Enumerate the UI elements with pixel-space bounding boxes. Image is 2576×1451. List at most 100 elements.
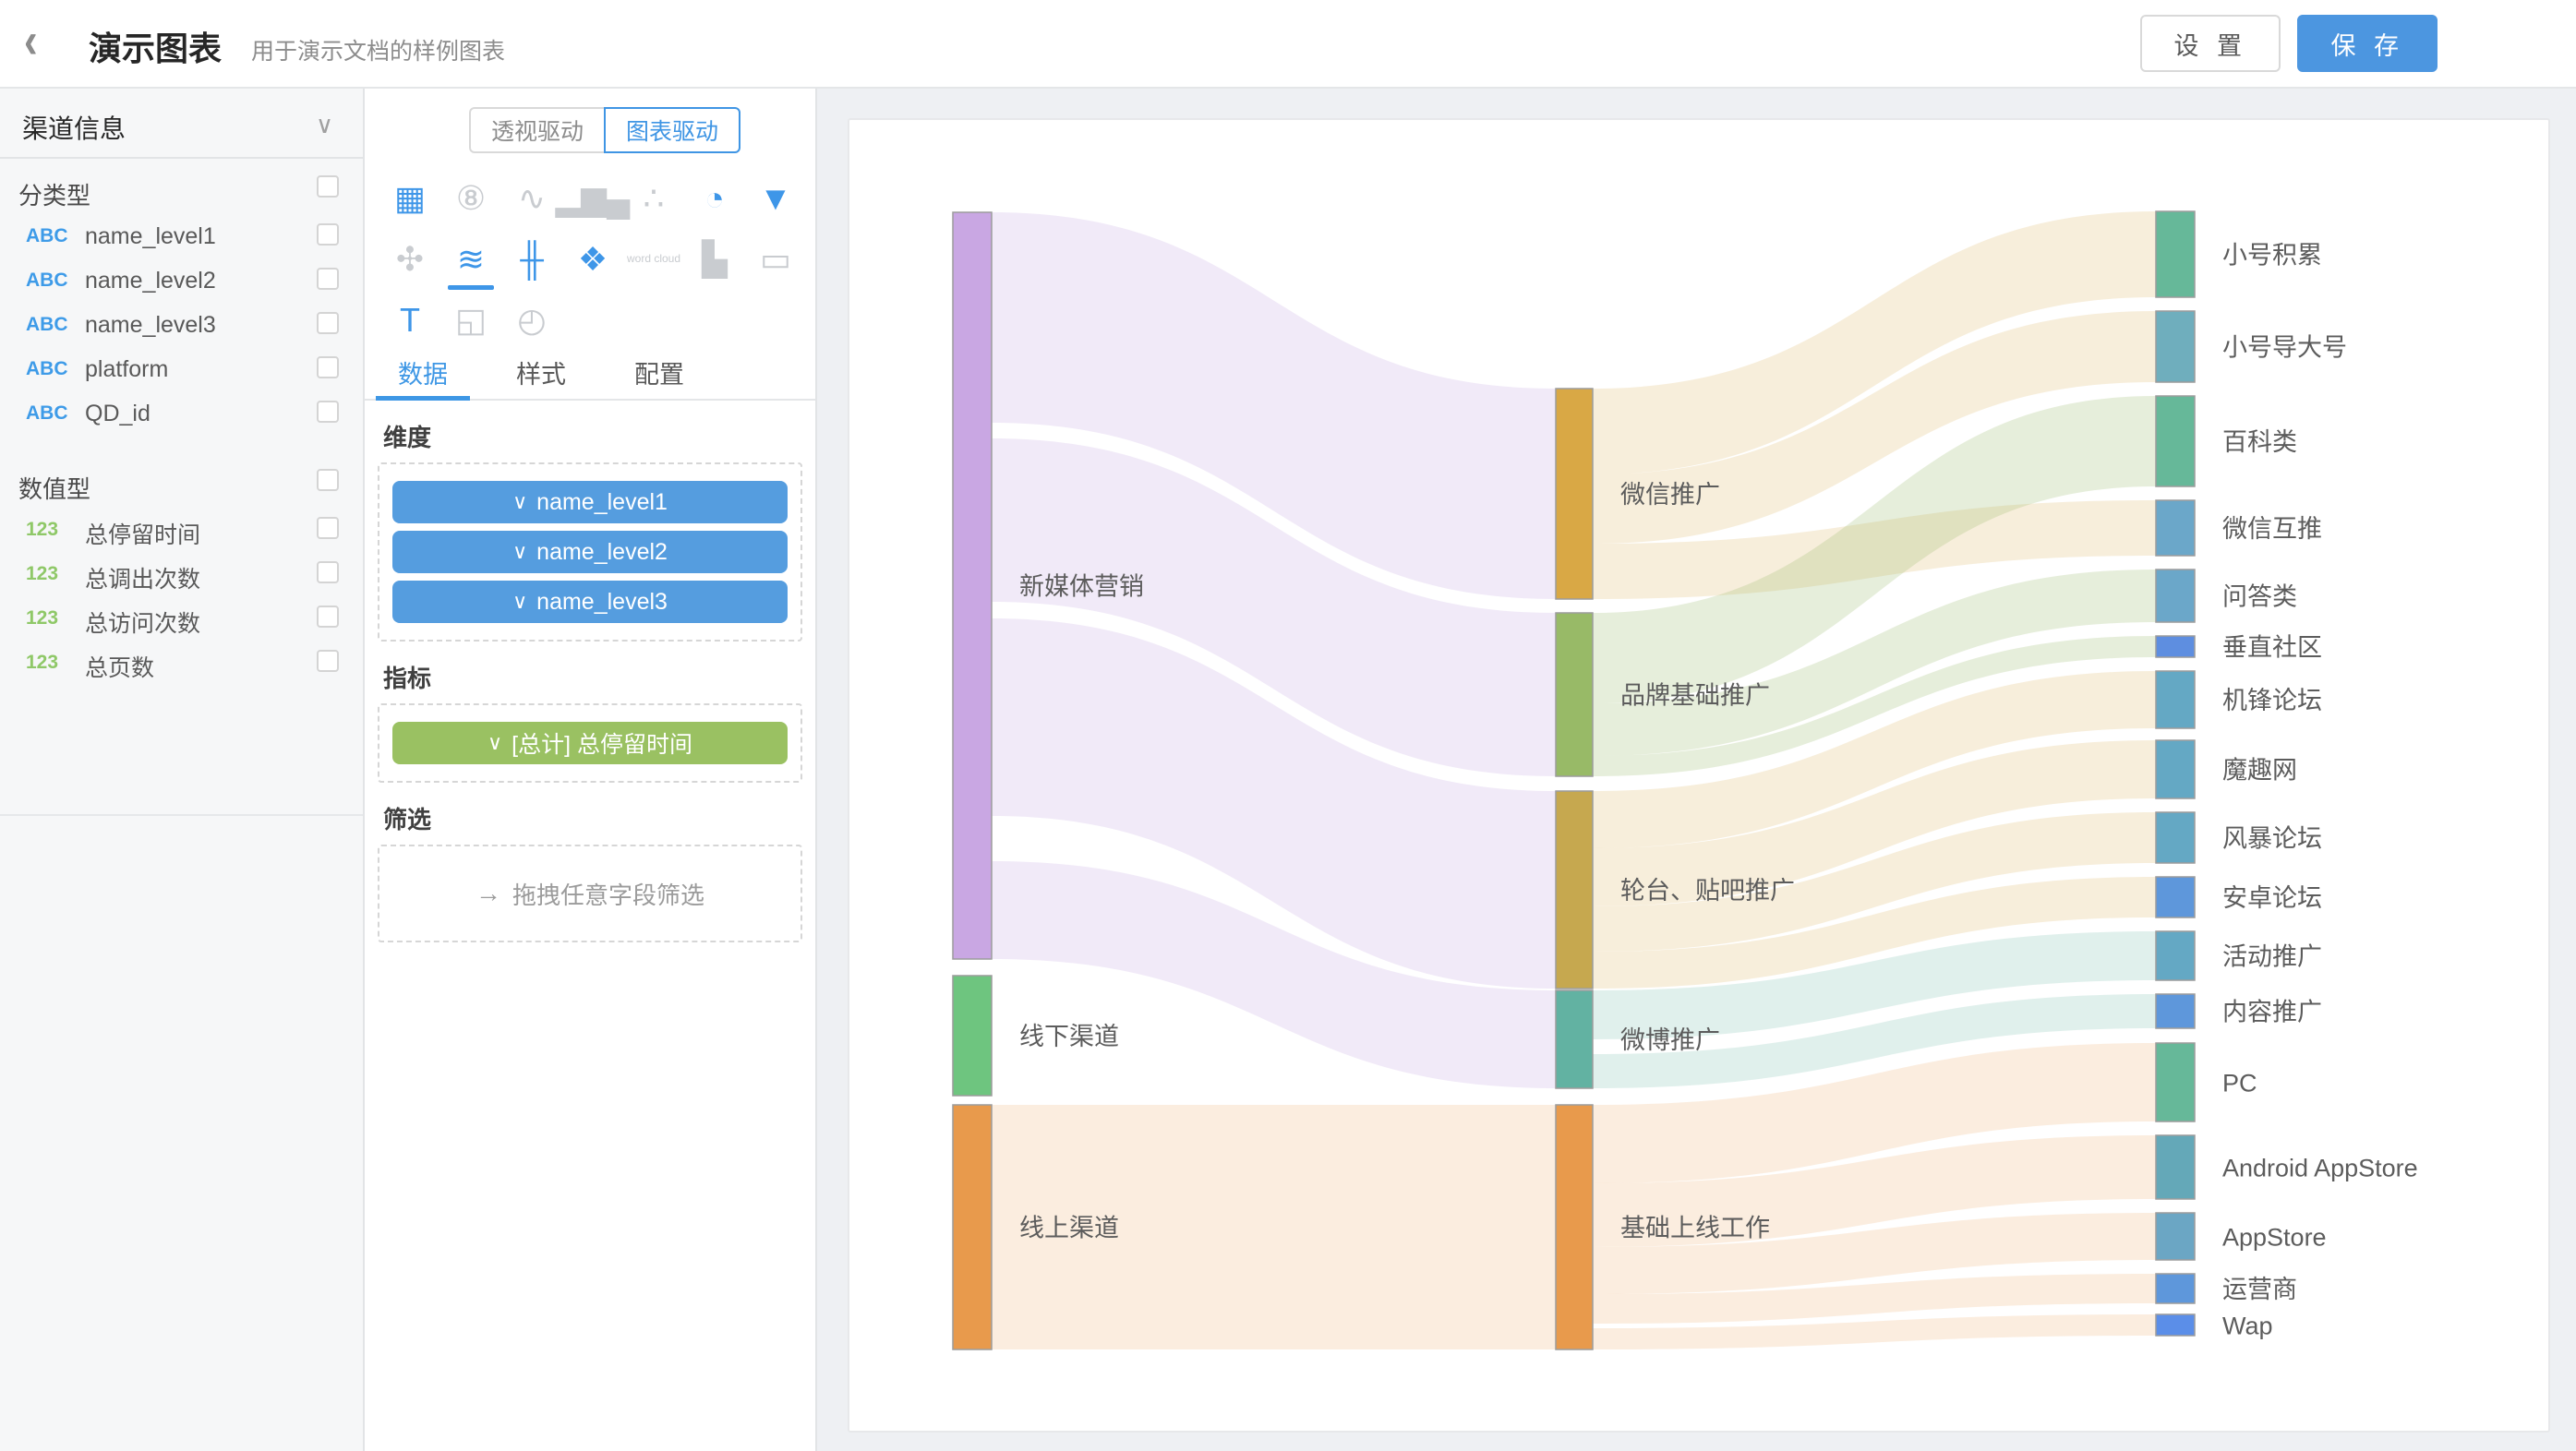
sankey-node-label: PC — [2222, 1070, 2257, 1097]
dataset-selector[interactable]: 渠道信息 ∨ — [0, 89, 363, 159]
sankey-node-label: 品牌基础推广 — [1620, 682, 1770, 710]
sankey-diagram[interactable]: 新媒体营销线下渠道线上渠道微信推广品牌基础推广轮台、贴吧推广微博推广基础上线工作… — [849, 120, 2548, 1431]
tab-配置[interactable]: 配置 — [629, 343, 690, 399]
field-item[interactable]: ABC name_level3 — [0, 303, 363, 347]
sankey-node[interactable] — [2156, 570, 2195, 622]
line-chart-icon[interactable]: ∿ — [501, 168, 562, 229]
field-name: 总页数 — [85, 650, 154, 683]
chevron-down-icon[interactable]: ∨ — [316, 111, 333, 139]
chevron-down-icon[interactable]: ∨ — [512, 490, 527, 514]
sankey-node[interactable] — [2156, 1274, 2195, 1303]
sankey-node[interactable] — [2156, 211, 2195, 297]
sankey-node[interactable] — [1556, 990, 1593, 1088]
funnel-chart-icon[interactable]: ▼ — [745, 168, 806, 229]
scatter-chart-icon[interactable]: ∴ — [623, 168, 684, 229]
metric-chip[interactable]: ∨[总计] 总停留时间 — [392, 722, 788, 764]
sankey-node[interactable] — [953, 976, 992, 1096]
section-checkbox[interactable] — [317, 175, 339, 198]
field-item[interactable]: 123 总停留时间 — [0, 508, 363, 552]
save-button[interactable]: 保 存 — [2297, 15, 2438, 72]
sankey-node[interactable] — [2156, 994, 2195, 1028]
sankey-chart-icon[interactable]: ≋ — [440, 229, 501, 290]
sankey-node[interactable] — [953, 1105, 992, 1349]
field-checkbox[interactable] — [317, 223, 339, 246]
number-type-icon: 123 — [26, 652, 58, 674]
chevron-down-icon[interactable]: ∨ — [512, 540, 527, 564]
sankey-node[interactable] — [2156, 500, 2195, 556]
field-checkbox[interactable] — [317, 268, 339, 290]
sankey-node-label: 微信互推 — [2222, 515, 2322, 543]
field-checkbox[interactable] — [317, 561, 339, 583]
sankey-node[interactable] — [1556, 389, 1593, 599]
gauge-chart-icon: ◴ — [517, 304, 546, 337]
sankey-node[interactable] — [2156, 1213, 2195, 1260]
field-item[interactable]: 123 总访问次数 — [0, 596, 363, 641]
field-checkbox[interactable] — [317, 356, 339, 378]
text-chart-icon[interactable]: T — [379, 290, 440, 351]
field-checkbox[interactable] — [317, 606, 339, 628]
mode-toggle-active[interactable]: 图表驱动 — [604, 107, 740, 153]
dimension-chip[interactable]: ∨name_level1 — [392, 481, 788, 523]
field-checkbox[interactable] — [317, 517, 339, 539]
gauge-chart-icon[interactable]: ◴ — [501, 290, 562, 351]
parallel-chart-icon[interactable]: ╫ — [501, 229, 562, 290]
tab-数据[interactable]: 数据 — [392, 343, 453, 399]
app-header: ‹ 演示图表 用于演示文档的样例图表 设 置 保 存 — [0, 0, 2576, 89]
field-item[interactable]: 123 总调出次数 — [0, 552, 363, 596]
sankey-node[interactable] — [2156, 671, 2195, 728]
card-view-icon[interactable]: ▭ — [745, 229, 806, 290]
sankey-node[interactable] — [2156, 1314, 2195, 1336]
field-item[interactable]: ABC QD_id — [0, 391, 363, 436]
chevron-down-icon[interactable]: ∨ — [512, 590, 527, 614]
field-checkbox[interactable] — [317, 312, 339, 334]
china-map-icon[interactable]: ❖ — [562, 229, 623, 290]
dimension-dropzone[interactable]: ∨name_level1 ∨name_level2 ∨name_level3 — [378, 462, 802, 642]
table-chart-icon: ▦ — [394, 182, 426, 215]
chevron-down-icon[interactable]: ∨ — [488, 731, 502, 755]
dimension-chip[interactable]: ∨name_level3 — [392, 581, 788, 623]
word-cloud-icon[interactable]: word cloud — [623, 229, 684, 290]
kpi-number-icon[interactable]: ⑧ — [440, 168, 501, 229]
waterfall-chart-icon[interactable]: ▙ — [684, 229, 745, 290]
sankey-node[interactable] — [2156, 1043, 2195, 1121]
sankey-node[interactable] — [1556, 791, 1593, 989]
sankey-node-label: 风暴论坛 — [2222, 825, 2322, 853]
sankey-node[interactable] — [2156, 311, 2195, 382]
number-type-icon: 123 — [26, 563, 58, 585]
sankey-node[interactable] — [953, 212, 992, 959]
sankey-node[interactable] — [1556, 613, 1593, 776]
sankey-node[interactable] — [2156, 931, 2195, 980]
mode-toggle-inactive[interactable]: 透视驱动 — [469, 107, 606, 153]
sankey-node[interactable] — [2156, 1135, 2195, 1199]
sankey-node[interactable] — [2156, 636, 2195, 657]
field-item[interactable]: ABC name_level2 — [0, 258, 363, 303]
field-item[interactable]: 123 总页数 — [0, 641, 363, 685]
sankey-node[interactable] — [2156, 396, 2195, 486]
back-icon[interactable]: ‹ — [24, 13, 38, 71]
section-checkbox[interactable] — [317, 469, 339, 491]
bar-chart-icon[interactable]: ▂▆▄ — [562, 168, 623, 229]
field-checkbox[interactable] — [317, 401, 339, 423]
nightingale-rose-icon[interactable]: ✣ — [379, 229, 440, 290]
dimension-chip[interactable]: ∨name_level2 — [392, 531, 788, 573]
page-subtitle: 用于演示文档的样例图表 — [251, 33, 505, 66]
sankey-node[interactable] — [2156, 740, 2195, 798]
filter-dropzone[interactable]: → 拖拽任意字段筛选 — [378, 845, 802, 942]
waterfall-chart-icon: ▙ — [702, 243, 728, 276]
card-view-icon: ▭ — [760, 243, 791, 276]
config-tabs: 数据 样式 配置 — [365, 343, 815, 401]
sankey-node[interactable] — [1556, 1105, 1593, 1349]
sankey-node[interactable] — [2156, 812, 2195, 863]
field-item[interactable]: ABC platform — [0, 347, 363, 391]
settings-button[interactable]: 设 置 — [2140, 15, 2281, 72]
field-checkbox[interactable] — [317, 650, 339, 672]
pie-chart-icon[interactable]: ◔ — [684, 168, 745, 229]
tab-样式[interactable]: 样式 — [511, 343, 572, 399]
metric-dropzone[interactable]: ∨[总计] 总停留时间 — [378, 703, 802, 783]
table-chart-icon[interactable]: ▦ — [379, 168, 440, 229]
field-name: name_level2 — [85, 268, 216, 294]
sankey-node[interactable] — [2156, 877, 2195, 917]
field-item[interactable]: ABC name_level1 — [0, 214, 363, 258]
field-name: 总停留时间 — [85, 517, 200, 550]
chart-card-icon[interactable]: ◱ — [440, 290, 501, 351]
